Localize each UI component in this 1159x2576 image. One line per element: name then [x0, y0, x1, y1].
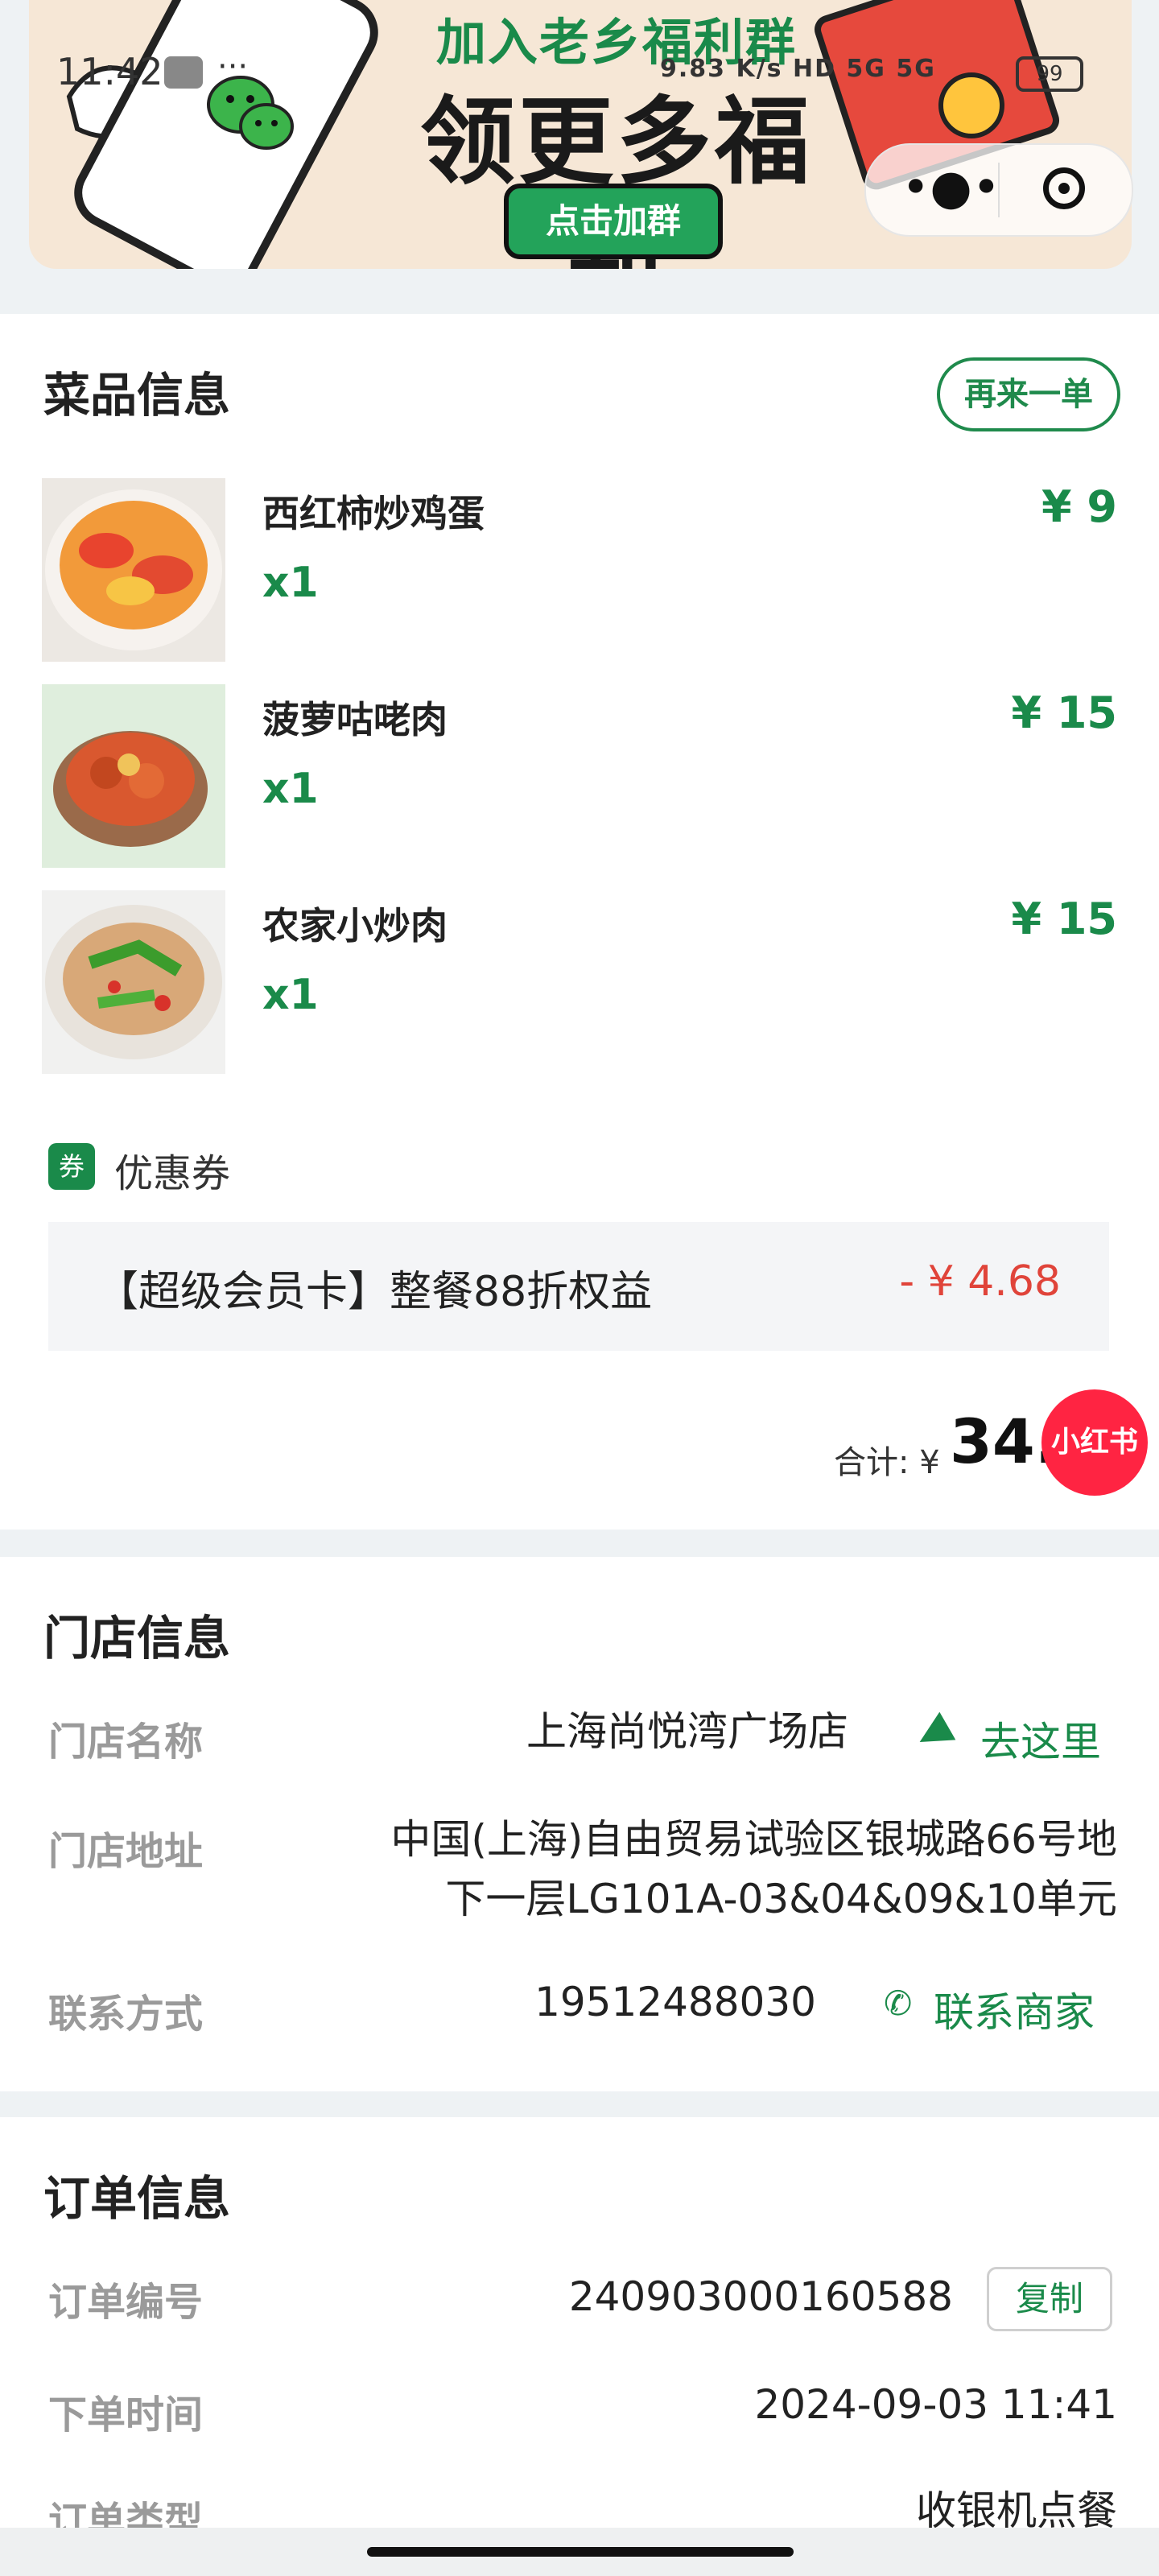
- store-address-line2: 下一层LG101A-03&04&09&10单元: [445, 1876, 1117, 1922]
- contact-value: 19512488030: [534, 1979, 816, 2025]
- dish-name: 西红柿炒鸡蛋: [262, 492, 485, 535]
- tools-icon: [164, 56, 203, 89]
- coupon-discount: - ¥ 4.68: [899, 1257, 1061, 1306]
- dish-price: ¥ 15: [1011, 687, 1117, 738]
- dish-image: [42, 890, 225, 1074]
- coupon-label: 优惠券: [114, 1151, 231, 1196]
- store-card: 门店信息 门店名称 上海尚悦湾广场店 去这里 门店地址 中国(上海)自由贸易试验…: [0, 1557, 1159, 2091]
- coupon-row: 【超级会员卡】整餐88折权益 - ¥ 4.68: [48, 1222, 1109, 1351]
- capsule-divider: [998, 163, 1000, 217]
- reorder-button[interactable]: 再来一单: [937, 357, 1120, 431]
- dish-quantity: x1: [262, 559, 319, 607]
- dish-image: [42, 478, 225, 662]
- order-number-value: 240903000160588: [568, 2273, 953, 2320]
- store-name-value: 上海尚悦湾广场店: [526, 1708, 848, 1755]
- order-title: 订单信息: [43, 2171, 231, 2226]
- miniprogram-capsule: •●•: [864, 143, 1133, 237]
- dishes-card: 菜品信息 再来一单 西红柿炒鸡蛋 x1 ¥ 9 菠萝咕咾肉 x1 ¥ 15 农家…: [0, 314, 1159, 1530]
- order-number-label: 订单编号: [48, 2280, 204, 2325]
- dish-name: 农家小炒肉: [262, 904, 448, 947]
- status-network: 9.83 K/s HD 5G 5G: [660, 55, 936, 83]
- status-time: 11:42: [56, 50, 163, 93]
- dish-name: 菠萝咕咾肉: [262, 698, 448, 741]
- copy-button[interactable]: 复制: [987, 2267, 1112, 2331]
- coupon-tag-icon: 券: [48, 1143, 95, 1190]
- dish-item: 菠萝咕咾肉 x1 ¥ 15: [0, 684, 1159, 869]
- total-label: 合计: ¥: [834, 1444, 940, 1481]
- store-title: 门店信息: [43, 1611, 231, 1666]
- order-time-value: 2024-09-03 11:41: [754, 2381, 1117, 2428]
- coupon-name: 【超级会员卡】整餐88折权益: [97, 1268, 653, 1316]
- phone-icon[interactable]: ✆: [884, 1984, 912, 2023]
- dish-item: 西红柿炒鸡蛋 x1 ¥ 9: [0, 478, 1159, 663]
- dish-image: [42, 684, 225, 868]
- xiaohongshu-float-button[interactable]: 小红书: [1041, 1389, 1148, 1496]
- wechat-icon: [202, 68, 299, 157]
- status-more: ···: [217, 48, 249, 85]
- store-address-label: 门店地址: [48, 1829, 204, 1874]
- store-name-label: 门店名称: [48, 1719, 204, 1765]
- contact-label: 联系方式: [48, 1992, 204, 2037]
- join-group-button[interactable]: 点击加群: [504, 184, 723, 259]
- dish-item: 农家小炒肉 x1 ¥ 15: [0, 890, 1159, 1075]
- dish-price: ¥ 9: [1041, 481, 1117, 532]
- dish-quantity: x1: [262, 971, 319, 1019]
- navigation-icon[interactable]: [911, 1711, 956, 1757]
- order-time-label: 下单时间: [48, 2392, 204, 2438]
- close-target-icon[interactable]: [1043, 167, 1085, 209]
- order-card: 订单信息 订单编号 240903000160588 复制 下单时间 2024-0…: [0, 2117, 1159, 2576]
- store-address-line1: 中国(上海)自由贸易试验区银城路66号地: [390, 1816, 1117, 1863]
- coin-illustration: [938, 72, 1004, 138]
- navigate-link[interactable]: 去这里: [980, 1710, 1101, 1768]
- more-icon[interactable]: •●•: [901, 159, 1000, 216]
- dishes-title: 菜品信息: [43, 368, 231, 423]
- home-indicator[interactable]: [367, 2547, 794, 2557]
- dish-quantity: x1: [262, 765, 319, 813]
- battery-icon: 99: [1016, 56, 1083, 92]
- dish-price: ¥ 15: [1011, 894, 1117, 944]
- contact-merchant-link[interactable]: 联系商家: [934, 1980, 1095, 2038]
